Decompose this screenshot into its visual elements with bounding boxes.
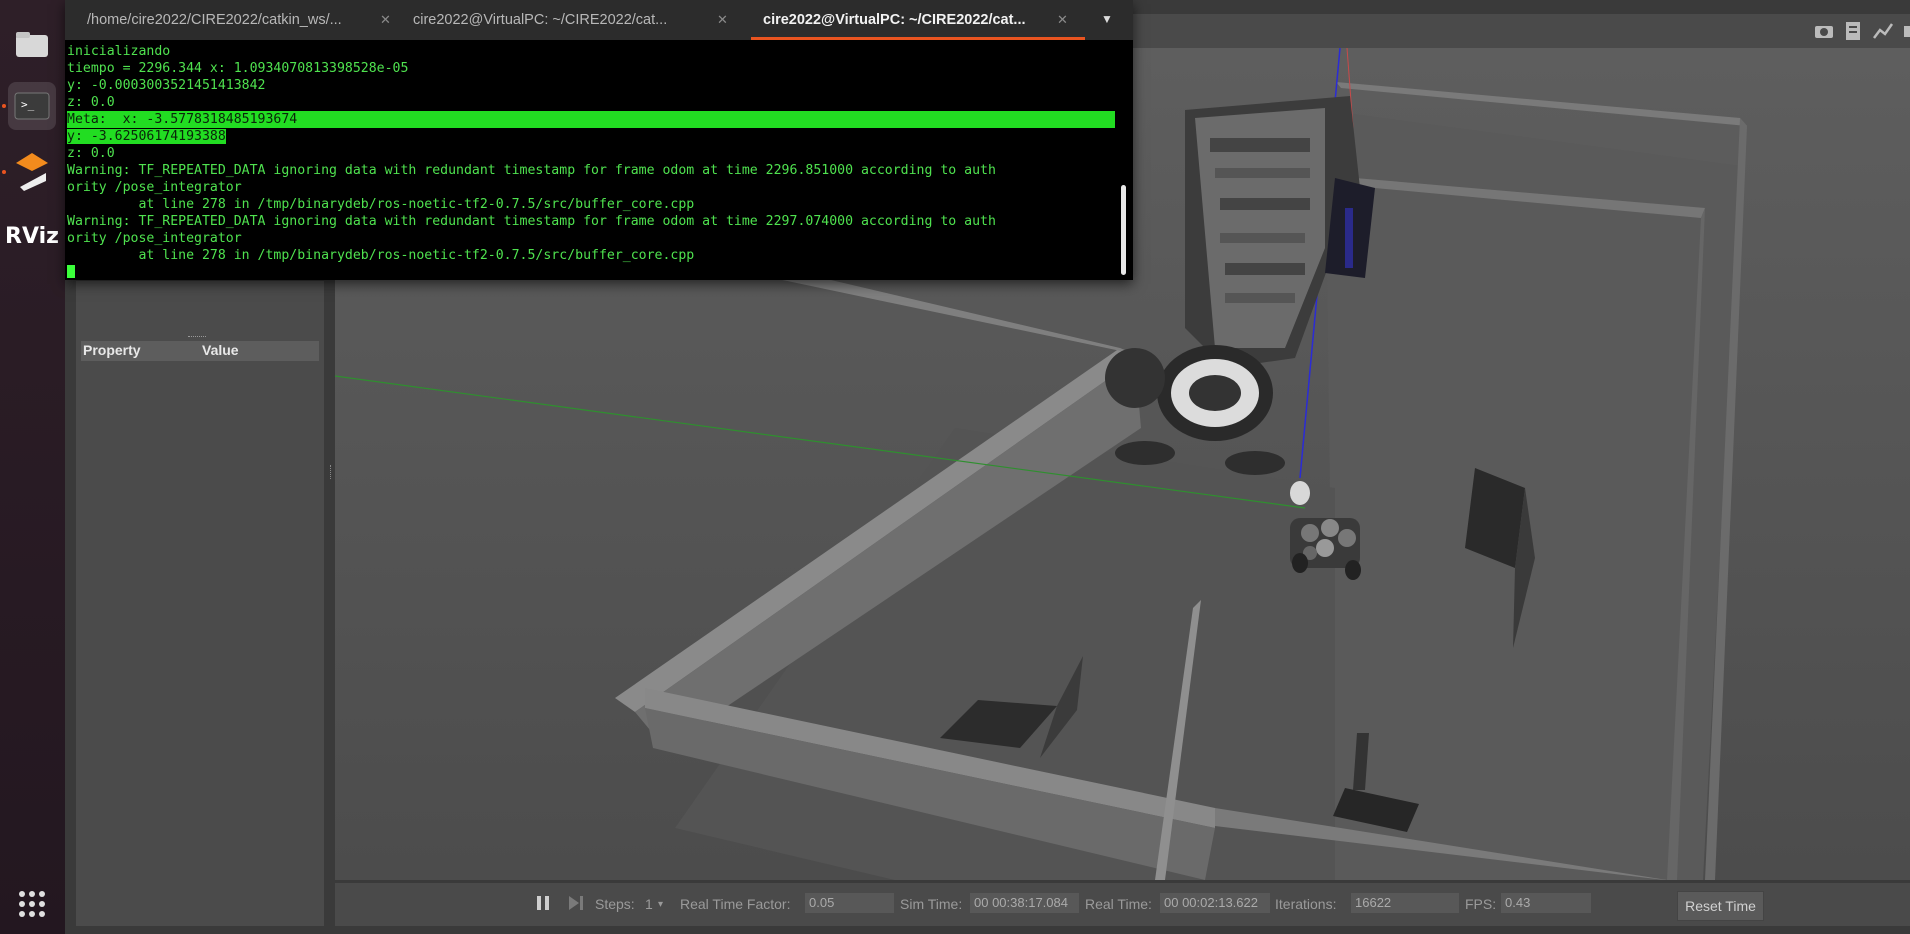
iterations-label: Iterations: [1275, 896, 1337, 912]
plot-icon[interactable] [1872, 20, 1894, 42]
close-icon[interactable]: ✕ [1057, 0, 1068, 40]
terminal-scrollbar[interactable] [1121, 185, 1126, 275]
sim-time-value: 00 00:38:17.084 [970, 893, 1079, 913]
steps-value[interactable]: 1 [645, 896, 653, 912]
rtf-label: Real Time Factor: [680, 896, 791, 912]
terminal-line: z: 0.0 [67, 95, 115, 110]
tab-label: cire2022@VirtualPC: ~/CIRE2022/cat... [413, 12, 668, 28]
fps-label: FPS: [1465, 896, 1497, 912]
text-cursor [67, 265, 75, 278]
gazebo-toolbar [1120, 14, 1910, 49]
property-panel: Property Value [75, 280, 325, 927]
steps-dropdown-icon[interactable]: ▾ [658, 899, 663, 910]
rtf-value: 0.05 [805, 893, 894, 913]
property-table-header: Property Value [81, 341, 319, 361]
tab-label: /home/cire2022/CIRE2022/catkin_ws/... [87, 12, 342, 28]
running-indicator [2, 170, 6, 174]
running-indicator [2, 104, 6, 108]
rviz-icon[interactable]: RViz [5, 212, 59, 260]
tab-menu-chevron-icon[interactable]: ▼ [1101, 12, 1115, 26]
close-icon[interactable]: ✕ [380, 0, 391, 40]
real-time-label: Real Time: [1085, 896, 1152, 912]
terminal-prompt[interactable] [67, 264, 1115, 278]
terminal-tab-3[interactable]: cire2022@VirtualPC: ~/CIRE2022/cat... ✕ [751, 0, 1085, 40]
terminal-line: ority /pose_integrator [67, 231, 242, 246]
panel-splitter-handle[interactable] [188, 336, 206, 339]
gazebo-icon[interactable] [8, 145, 56, 193]
iterations-value: 16622 [1351, 893, 1459, 913]
terminal-line: Warning: TF_REPEATED_DATA ignoring data … [67, 163, 996, 178]
ubuntu-dock: >_ RViz [0, 0, 65, 934]
log-icon[interactable] [1842, 20, 1864, 42]
step-icon[interactable] [567, 894, 585, 915]
terminal-line-selected: Meta: x: -3.5778318485193674 [67, 111, 1115, 128]
rviz-label: RViz [5, 223, 59, 249]
terminal-icon[interactable]: >_ [8, 82, 56, 130]
terminal-line-selected: y: -3.62506174193388 [67, 129, 226, 144]
terminal-tab-1[interactable]: /home/cire2022/CIRE2022/catkin_ws/... ✕ [65, 0, 405, 40]
screenshot-icon[interactable] [1813, 20, 1835, 42]
terminal-line: at line 278 in /tmp/binarydeb/ros-noetic… [67, 197, 695, 212]
terminal-output[interactable]: inicializando tiempo = 2296.344 x: 1.0934… [67, 43, 1115, 278]
tab-label: cire2022@VirtualPC: ~/CIRE2022/cat... [763, 12, 1026, 28]
value-column-header: Value [202, 342, 239, 358]
sim-time-label: Sim Time: [900, 896, 963, 912]
terminal-line: z: 0.0 [67, 146, 115, 161]
show-applications-icon[interactable] [8, 880, 56, 928]
files-icon[interactable] [8, 20, 56, 68]
terminal-line: y: -0.0003003521451413842 [67, 78, 266, 93]
video-record-icon[interactable] [1902, 20, 1910, 42]
real-time-value: 00 00:02:13.622 [1160, 893, 1270, 913]
pause-icon[interactable] [535, 894, 551, 915]
svg-text:>_: >_ [21, 98, 35, 111]
terminal-tab-2[interactable]: cire2022@VirtualPC: ~/CIRE2022/cat... ✕ [405, 0, 745, 40]
terminal-line: Warning: TF_REPEATED_DATA ignoring data … [67, 214, 996, 229]
fps-value: 0.43 [1501, 893, 1591, 913]
terminal-line: tiempo = 2296.344 x: 1.0934070813398528e… [67, 61, 409, 76]
sim-status-bar: Steps: 1 ▾ Real Time Factor: 0.05 Sim Ti… [335, 883, 1910, 926]
terminal-tab-bar: /home/cire2022/CIRE2022/catkin_ws/... ✕ … [65, 0, 1133, 40]
terminal-line: at line 278 in /tmp/binarydeb/ros-noetic… [67, 248, 695, 263]
close-icon[interactable]: ✕ [717, 0, 728, 40]
property-column-header: Property [83, 342, 141, 358]
terminal-line: ority /pose_integrator [67, 180, 242, 195]
reset-time-button[interactable]: Reset Time [1677, 891, 1764, 921]
steps-label: Steps: [595, 896, 635, 912]
terminal-line: inicializando [67, 44, 171, 59]
terminal-window[interactable]: /home/cire2022/CIRE2022/catkin_ws/... ✕ … [65, 0, 1133, 280]
